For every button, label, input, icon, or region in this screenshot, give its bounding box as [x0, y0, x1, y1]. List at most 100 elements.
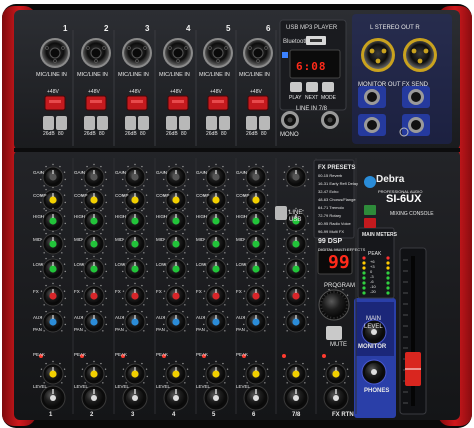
line-in-jack[interactable] [281, 111, 299, 129]
output-jack[interactable] [402, 114, 430, 136]
strip-row-label: COMP [196, 193, 210, 198]
pad-button[interactable] [246, 116, 257, 130]
channel-number: 5 [226, 24, 231, 33]
pad-label: 26dB [206, 131, 218, 137]
strip-row-label: LOW [196, 262, 207, 267]
dsp-label: 99 DSP [318, 238, 343, 245]
xlr-combo-jack[interactable] [122, 38, 152, 68]
phantom-power-button[interactable] [44, 95, 66, 111]
strip-row-label: FX [236, 289, 242, 294]
pad-button[interactable] [125, 116, 136, 130]
strip-row-label: FX [156, 289, 162, 294]
channel-number: 6 [266, 24, 271, 33]
channel-level-knob[interactable] [81, 385, 107, 411]
power-switch[interactable] [364, 218, 376, 228]
xlr-combo-jack[interactable] [81, 38, 111, 68]
stereo-out-xlr[interactable] [361, 38, 395, 72]
fx-preset-item: 80-95 Radio Voice [318, 221, 351, 226]
strip-row-label: HIGH [236, 214, 248, 219]
hpf-button[interactable] [138, 116, 149, 130]
strip-row-label: MID [115, 237, 124, 242]
hpf-button[interactable] [179, 116, 190, 130]
mute-button[interactable] [326, 326, 342, 340]
strip-row-label: GAIN [196, 170, 208, 175]
hpf-button[interactable] [259, 116, 270, 130]
program-label: PROGRAM [324, 283, 356, 289]
phantom-label: +48V [129, 89, 141, 95]
mixer-photo: 123456 MIC/LINE IN +48V 26dB 80 MIC/LINE IN +… [0, 0, 474, 428]
phantom-label: +48V [170, 89, 182, 95]
strip-row-label: HIGH [74, 214, 86, 219]
output-jack[interactable] [358, 114, 386, 136]
monitor-out-label: MONITOR OUT [358, 82, 401, 88]
strip-row-label: PAN [156, 327, 165, 332]
channel-level-knob[interactable] [40, 385, 66, 411]
pad-button[interactable] [43, 116, 54, 130]
bluetooth-label: Bluetooth [283, 39, 309, 45]
phantom-power-button[interactable] [167, 95, 189, 111]
strip-row-label: FX [33, 289, 39, 294]
output-jack[interactable] [358, 86, 386, 108]
pad-button[interactable] [206, 116, 217, 130]
mic-line-in-label: MIC/LINE IN [118, 72, 149, 78]
xlr-combo-jack[interactable] [40, 38, 70, 68]
strip-row-label: MID [74, 237, 83, 242]
strip-row-label: AUX [196, 315, 206, 320]
strip-row-label: AUX [115, 315, 125, 320]
channel-level-knob[interactable] [243, 385, 269, 411]
transport-label: PLAY [289, 95, 302, 101]
main-level-label: MAIN [366, 316, 381, 322]
strip-number: 3 [131, 412, 135, 418]
channel-level-knob[interactable] [122, 385, 148, 411]
xlr-combo-jack[interactable] [163, 38, 193, 68]
hpf-button[interactable] [56, 116, 67, 130]
stereo-out-xlr[interactable] [403, 38, 437, 72]
hpf-label: 80 [261, 131, 267, 137]
strip-row-label: AUX [74, 315, 84, 320]
fx-send-label: FX SEND [402, 82, 429, 88]
strip-row-label: COMP [74, 193, 88, 198]
strip-row-label: MID [236, 237, 245, 242]
output-jack[interactable] [402, 86, 430, 108]
strip-row-label: FX [115, 289, 121, 294]
hpf-button[interactable] [219, 116, 230, 130]
pad-label: 26dB [166, 131, 178, 137]
line-usb-toggle-button[interactable] [275, 206, 287, 220]
line-in-jack[interactable] [321, 111, 339, 129]
transport-label: NEXT [305, 95, 319, 101]
meter-peak-label: PEAK [368, 251, 382, 257]
mic-line-in-label: MIC/LINE IN [159, 72, 190, 78]
strip-number: 7/8 [292, 412, 301, 418]
strip-row-label: HIGH [115, 214, 127, 219]
channel-number: 1 [63, 24, 68, 33]
main-level-sub: LEVEL [364, 324, 383, 330]
strip-row-label: LOW [74, 262, 85, 267]
strip-number: 6 [252, 412, 256, 418]
channel-level-knob[interactable] [323, 385, 349, 411]
strip-row-label: PEAK [33, 352, 46, 357]
channel-level-knob[interactable] [283, 385, 309, 411]
channel-level-knob[interactable] [163, 385, 189, 411]
pad-button[interactable] [166, 116, 177, 130]
main-fader[interactable] [399, 247, 427, 415]
phantom-label: +48V [210, 89, 222, 95]
strip-row-label: COMP [33, 193, 47, 198]
program-knob[interactable] [318, 289, 350, 321]
strip-row-label: HIGH [196, 214, 208, 219]
hpf-button[interactable] [97, 116, 108, 130]
xlr-combo-jack[interactable] [243, 38, 273, 68]
meter-title: MAIN METERS [362, 232, 397, 238]
phones-level-knob[interactable] [361, 359, 387, 385]
phantom-power-button[interactable] [247, 95, 269, 111]
pad-button[interactable] [84, 116, 95, 130]
channel-level-knob[interactable] [203, 385, 229, 411]
mic-line-in-label: MIC/LINE IN [199, 72, 230, 78]
usb-toggle-label: USB [289, 217, 302, 223]
phantom-power-button[interactable] [126, 95, 148, 111]
peak-led [282, 354, 286, 358]
strip-row-label: LEVEL [33, 384, 48, 389]
phantom-power-button[interactable] [207, 95, 229, 111]
strip-row-label: AUX [156, 315, 166, 320]
phantom-power-button[interactable] [85, 95, 107, 111]
xlr-combo-jack[interactable] [203, 38, 233, 68]
